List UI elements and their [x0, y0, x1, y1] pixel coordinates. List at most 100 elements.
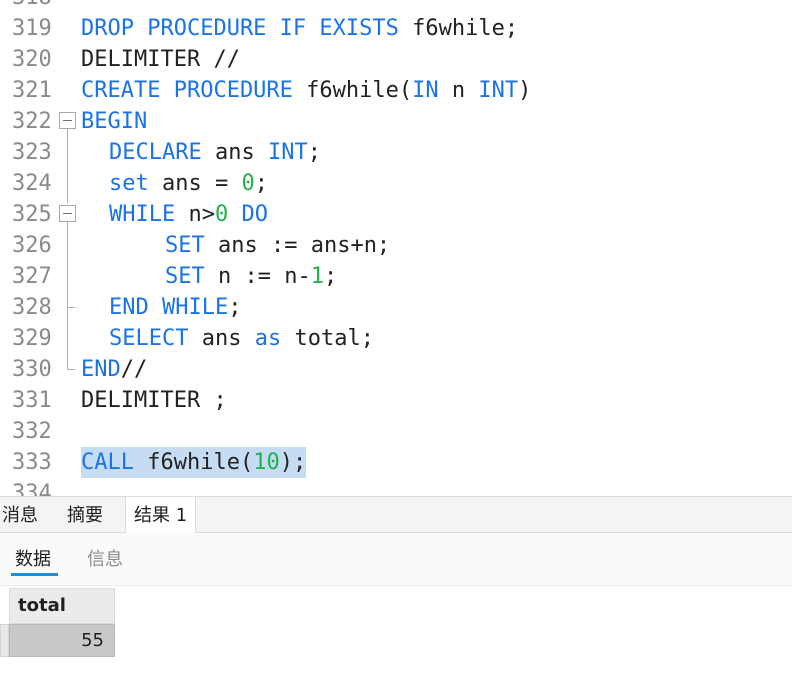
- result-grid: total 55: [0, 586, 792, 678]
- column-header-total[interactable]: total: [9, 588, 115, 624]
- sql-keyword: set: [109, 171, 149, 196]
- sql-text: ans := ans+n;: [204, 233, 391, 258]
- sql-number: 0: [214, 202, 229, 227]
- fold-guide-line: [67, 308, 68, 370]
- subtab-info[interactable]: 信息: [87, 543, 123, 573]
- sql-keyword: INT: [267, 140, 308, 165]
- sql-number: 1: [310, 264, 324, 289]
- sql-keyword: BEGIN: [81, 109, 148, 134]
- sql-keyword: END: [81, 357, 121, 382]
- sql-text: ans: [188, 326, 255, 351]
- line-number: 325: [12, 202, 52, 227]
- code-text: SELECT ans as total;: [109, 323, 374, 354]
- line-number: 328: [12, 295, 52, 320]
- code-line[interactable]: 330 END//: [0, 354, 792, 385]
- sql-text: ;: [307, 140, 321, 165]
- code-text: set ans = 0;: [109, 168, 268, 199]
- line-number: 324: [12, 171, 52, 196]
- grid-cell-total[interactable]: 55: [9, 624, 115, 657]
- sql-text: f6while(: [292, 78, 413, 103]
- line-number: 322: [12, 109, 52, 134]
- line-number: 326: [12, 233, 52, 258]
- sql-keyword: as: [254, 326, 282, 351]
- sql-keyword: WHILE: [109, 202, 176, 227]
- tab-result-1[interactable]: 结果 1: [125, 497, 197, 533]
- sql-keyword: SELECT: [109, 326, 189, 351]
- sql-text: ): [518, 78, 532, 103]
- sql-text: n>: [175, 202, 215, 227]
- sql-text: n := n-: [204, 264, 311, 289]
- sql-keyword: DECLARE: [109, 140, 202, 165]
- result-subtab-bar: 数据 信息: [0, 533, 792, 586]
- code-text: DECLARE ans INT;: [109, 137, 321, 168]
- code-line[interactable]: 334: [0, 478, 792, 496]
- code-text: CALL f6while(10);: [81, 447, 307, 478]
- code-text: END WHILE;: [109, 292, 241, 323]
- code-text: DROP PROCEDURE IF EXISTS f6while;: [81, 13, 518, 44]
- code-text: WHILE n>0 DO: [109, 199, 268, 230]
- code-line[interactable]: 326 SET ans := ans+n;: [0, 230, 792, 261]
- tab-summary[interactable]: 摘要: [67, 497, 103, 533]
- fold-end-marker: [67, 369, 75, 370]
- sql-keyword: CALL: [81, 450, 134, 475]
- code-text: BEGIN: [81, 106, 147, 137]
- sql-keyword: CREATE PROCEDURE: [81, 78, 293, 103]
- code-line[interactable]: 328 END WHILE;: [0, 292, 792, 323]
- tab-messages[interactable]: 消息: [2, 497, 38, 533]
- sql-keyword: DROP PROCEDURE IF EXISTS: [81, 16, 399, 41]
- sql-text: //: [120, 357, 148, 382]
- sql-number: 10: [253, 450, 280, 475]
- code-line[interactable]: 329 SELECT ans as total;: [0, 323, 792, 354]
- sql-keyword: IN: [412, 78, 439, 103]
- sql-text: ;: [254, 171, 268, 196]
- sql-text: );: [279, 450, 307, 475]
- code-line[interactable]: 320 DELIMITER //: [0, 44, 792, 75]
- line-number: 329: [12, 326, 52, 351]
- sql-editor[interactable]: 318319DROP PROCEDURE IF EXISTS f6while;3…: [0, 0, 792, 496]
- sql-text: total;: [281, 326, 374, 351]
- sql-keyword: INT: [478, 78, 519, 103]
- sql-keyword: DO: [241, 202, 268, 227]
- code-text: DELIMITER ;: [81, 385, 227, 416]
- code-line[interactable]: 321 CREATE PROCEDURE f6while(IN n INT): [0, 75, 792, 106]
- sql-keyword: SET: [165, 233, 205, 258]
- sql-text: DELIMITER //: [81, 47, 240, 72]
- code-line[interactable]: 318: [0, 0, 792, 13]
- code-line[interactable]: 319 DROP PROCEDURE IF EXISTS f6while;: [0, 13, 792, 44]
- result-tab-bar: 消息 摘要 结果 1: [0, 496, 792, 533]
- line-number: 323: [12, 140, 52, 165]
- fold-end-marker: [67, 307, 75, 308]
- line-number: 320: [12, 47, 52, 72]
- subtab-data[interactable]: 数据: [15, 543, 51, 573]
- sql-text: ;: [228, 295, 242, 320]
- line-number: 333: [12, 450, 52, 475]
- fold-toggle-while-icon[interactable]: [59, 205, 76, 222]
- code-line[interactable]: 333 CALL f6while(10);: [0, 447, 792, 478]
- fold-toggle-begin-icon[interactable]: [59, 112, 76, 129]
- fold-guide-line: [67, 129, 68, 203]
- line-number: 332: [12, 419, 52, 444]
- fold-guide-line: [67, 222, 68, 308]
- code-text: SET ans := ans+n;: [165, 230, 390, 261]
- code-line[interactable]: 322 BEGIN: [0, 106, 792, 137]
- sql-keyword: END WHILE: [109, 295, 229, 320]
- sql-text: f6while;: [398, 16, 519, 41]
- line-number: 319: [12, 16, 52, 41]
- line-number: 318: [12, 0, 56, 13]
- code-line[interactable]: 324 set ans = 0;: [0, 168, 792, 199]
- code-line[interactable]: 332: [0, 416, 792, 447]
- code-line[interactable]: 325 WHILE n>0 DO: [0, 199, 792, 230]
- code-text: DELIMITER //: [81, 44, 240, 75]
- line-number: 321: [12, 78, 52, 103]
- sql-text: f6while(: [133, 450, 254, 475]
- code-line[interactable]: 327 SET n := n-1;: [0, 261, 792, 292]
- line-number: 327: [12, 264, 52, 289]
- code-text: CREATE PROCEDURE f6while(IN n INT): [81, 75, 531, 106]
- row-selector[interactable]: [0, 624, 9, 657]
- code-line[interactable]: 323 DECLARE ans INT;: [0, 137, 792, 168]
- code-text: SET n := n-1;: [165, 261, 337, 292]
- code-line[interactable]: 331 DELIMITER ;: [0, 385, 792, 416]
- sql-number: 0: [241, 171, 255, 196]
- line-number: 334: [12, 481, 52, 496]
- sql-text: ans =: [148, 171, 242, 196]
